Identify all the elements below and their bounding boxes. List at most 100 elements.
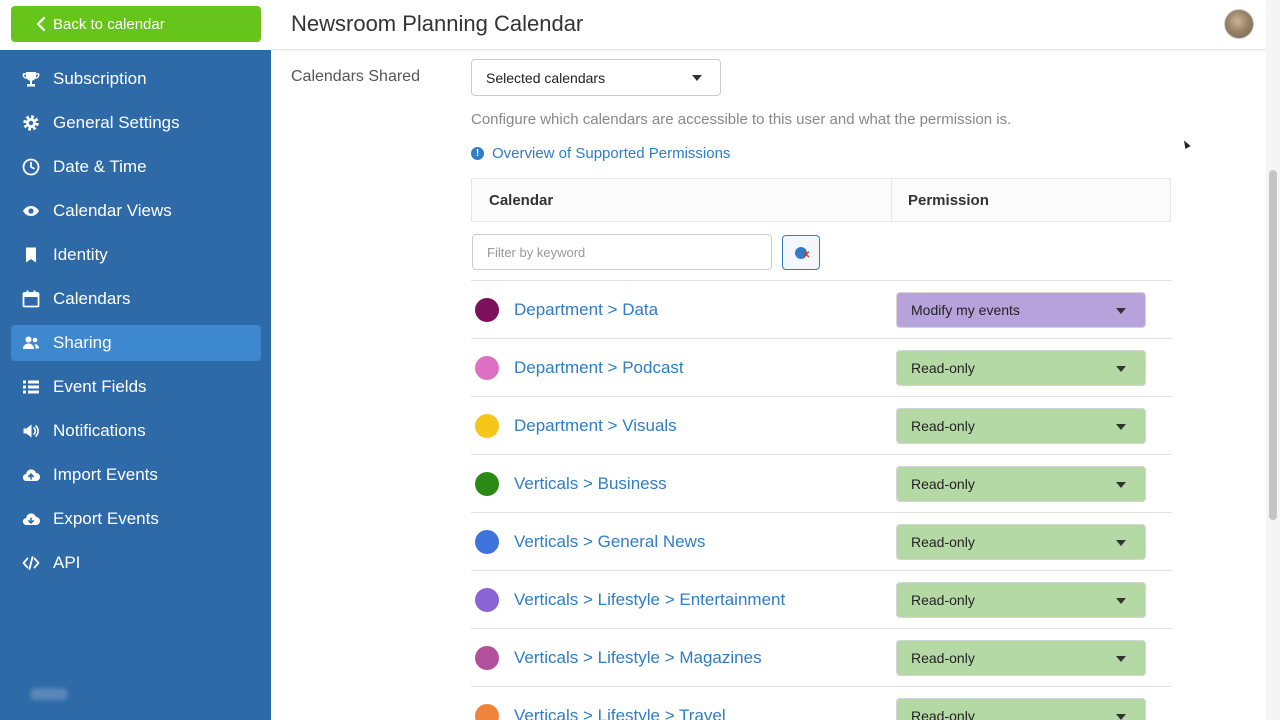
filter-input[interactable] bbox=[472, 234, 772, 270]
sidebar-item-label: Calendar Views bbox=[53, 201, 172, 220]
caret-down-icon bbox=[1116, 540, 1126, 546]
chevron-left-icon bbox=[36, 16, 46, 32]
sidebar-item-general-settings[interactable]: General Settings bbox=[11, 105, 261, 141]
sidebar-item-label: General Settings bbox=[53, 113, 180, 132]
caret-down-icon bbox=[1116, 366, 1126, 372]
calendar-color-dot bbox=[475, 356, 499, 380]
sidebar-item-label: Notifications bbox=[53, 421, 146, 440]
permission-value: Read-only bbox=[911, 418, 975, 434]
caret-down-icon bbox=[692, 75, 702, 81]
sidebar-item-date-time[interactable]: Date & Time bbox=[11, 149, 261, 185]
sidebar-item-api[interactable]: API bbox=[11, 545, 261, 581]
table-row: Verticals > Lifestyle > Magazines Read-on… bbox=[471, 628, 1172, 686]
sidebar-item-label: Import Events bbox=[53, 465, 158, 484]
megaphone-icon bbox=[23, 424, 39, 438]
sidebar-item-subscription[interactable]: Subscription bbox=[11, 61, 261, 97]
permission-value: Read-only bbox=[911, 708, 975, 720]
calendar-permission-list: Department > Data Modify my events Departm… bbox=[471, 280, 1172, 720]
calendar-color-dot bbox=[475, 472, 499, 496]
trophy-icon bbox=[22, 72, 40, 87]
table-row: Department > Podcast Read-only bbox=[471, 338, 1172, 396]
permissions-overview-label: Overview of Supported Permissions bbox=[492, 145, 731, 162]
list-icon bbox=[23, 380, 39, 394]
code-icon bbox=[22, 556, 40, 570]
sidebar-item-identity[interactable]: Identity bbox=[11, 237, 261, 273]
calendar-name-link[interactable]: Verticals > Business bbox=[514, 474, 667, 494]
sidebar-item-sharing[interactable]: Sharing bbox=[11, 325, 261, 361]
column-header-calendar: Calendar bbox=[472, 179, 892, 221]
calendar-name-link[interactable]: Department > Podcast bbox=[514, 358, 684, 378]
sidebar-item-label: Export Events bbox=[53, 509, 159, 528]
column-header-permission: Permission bbox=[908, 191, 989, 209]
permission-select[interactable]: Read-only bbox=[896, 582, 1146, 618]
mouse-cursor-icon bbox=[1181, 139, 1191, 149]
permission-select[interactable]: Read-only bbox=[896, 466, 1146, 502]
sidebar-item-export-events[interactable]: Export Events bbox=[11, 501, 261, 537]
calendars-shared-select[interactable]: Selected calendars bbox=[471, 59, 721, 96]
clear-filter-button[interactable]: ✕ bbox=[782, 235, 820, 270]
calendar-name-link[interactable]: Department > Data bbox=[514, 300, 658, 320]
table-row: Verticals > General News Read-only bbox=[471, 512, 1172, 570]
gear-icon bbox=[23, 115, 39, 131]
calendar-color-dot bbox=[475, 298, 499, 322]
sidebar-item-event-fields[interactable]: Event Fields bbox=[11, 369, 261, 405]
sidebar-item-label: Calendars bbox=[53, 289, 131, 308]
bookmark-icon bbox=[26, 247, 36, 263]
permission-select[interactable]: Modify my events bbox=[896, 292, 1146, 328]
settings-nav: Subscription General Settings Date & Tim… bbox=[11, 61, 261, 589]
permission-select[interactable]: Read-only bbox=[896, 524, 1146, 560]
sidebar-item-label: Date & Time bbox=[53, 157, 147, 176]
permission-select[interactable]: Read-only bbox=[896, 408, 1146, 444]
calendar-name-link[interactable]: Verticals > Lifestyle > Travel bbox=[514, 706, 726, 720]
sidebar-item-calendars[interactable]: Calendars bbox=[11, 281, 261, 317]
sidebar-item-label: Subscription bbox=[53, 69, 147, 88]
permission-select[interactable]: Read-only bbox=[896, 640, 1146, 676]
calendar-name-link[interactable]: Department > Visuals bbox=[514, 416, 677, 436]
permission-value: Modify my events bbox=[911, 302, 1020, 318]
calendar-name-link[interactable]: Verticals > General News bbox=[514, 532, 705, 552]
permission-value: Read-only bbox=[911, 360, 975, 376]
clock-icon bbox=[22, 158, 40, 176]
table-row: Department > Data Modify my events bbox=[471, 280, 1172, 338]
sidebar-item-label: API bbox=[53, 553, 81, 572]
sidebar-item-label: Identity bbox=[53, 245, 108, 264]
calendar-color-dot bbox=[475, 646, 499, 670]
sidebar-item-import-events[interactable]: Import Events bbox=[11, 457, 261, 493]
permission-value: Read-only bbox=[911, 476, 975, 492]
calendar-name-link[interactable]: Verticals > Lifestyle > Magazines bbox=[514, 648, 762, 668]
cloud-download-icon bbox=[22, 513, 40, 526]
calendar-color-dot bbox=[475, 414, 499, 438]
table-row: Verticals > Lifestyle > Travel Read-only bbox=[471, 686, 1172, 720]
scrollbar[interactable] bbox=[1266, 0, 1280, 720]
sidebar-item-label: Event Fields bbox=[53, 377, 147, 396]
calendars-shared-value: Selected calendars bbox=[486, 69, 606, 86]
calendar-icon bbox=[22, 290, 40, 308]
scrollbar-thumb[interactable] bbox=[1269, 170, 1277, 520]
permissions-overview-link[interactable]: ! Overview of Supported Permissions bbox=[471, 145, 730, 162]
sidebar-item-calendar-views[interactable]: Calendar Views bbox=[11, 193, 261, 229]
table-row: Department > Visuals Read-only bbox=[471, 396, 1172, 454]
permission-select[interactable]: Read-only bbox=[896, 350, 1146, 386]
sidebar-item-notifications[interactable]: Notifications bbox=[11, 413, 261, 449]
sidebar-item-label: Sharing bbox=[53, 333, 112, 352]
users-icon bbox=[23, 336, 39, 349]
blurred-footer-text bbox=[30, 688, 68, 700]
caret-down-icon bbox=[1116, 714, 1126, 720]
sidebar: Back to calendar Subscription General Se… bbox=[0, 0, 271, 720]
permission-value: Read-only bbox=[911, 592, 975, 608]
caret-down-icon bbox=[1116, 482, 1126, 488]
permission-value: Read-only bbox=[911, 650, 975, 666]
cloud-upload-icon bbox=[22, 469, 40, 482]
permission-select[interactable]: Read-only bbox=[896, 698, 1146, 720]
sharing-description: Configure which calendars are accessible… bbox=[471, 111, 1012, 128]
info-icon: ! bbox=[471, 147, 484, 160]
calendars-shared-label: Calendars Shared bbox=[291, 68, 420, 85]
eye-icon bbox=[23, 206, 39, 216]
close-icon: ✕ bbox=[802, 250, 811, 261]
table-row: Verticals > Lifestyle > Entertainment Rea… bbox=[471, 570, 1172, 628]
caret-down-icon bbox=[1116, 656, 1126, 662]
avatar[interactable] bbox=[1224, 9, 1254, 39]
back-to-calendar-button[interactable]: Back to calendar bbox=[11, 6, 261, 42]
table-header: Calendar Permission bbox=[471, 178, 1171, 222]
calendar-name-link[interactable]: Verticals > Lifestyle > Entertainment bbox=[514, 590, 785, 610]
